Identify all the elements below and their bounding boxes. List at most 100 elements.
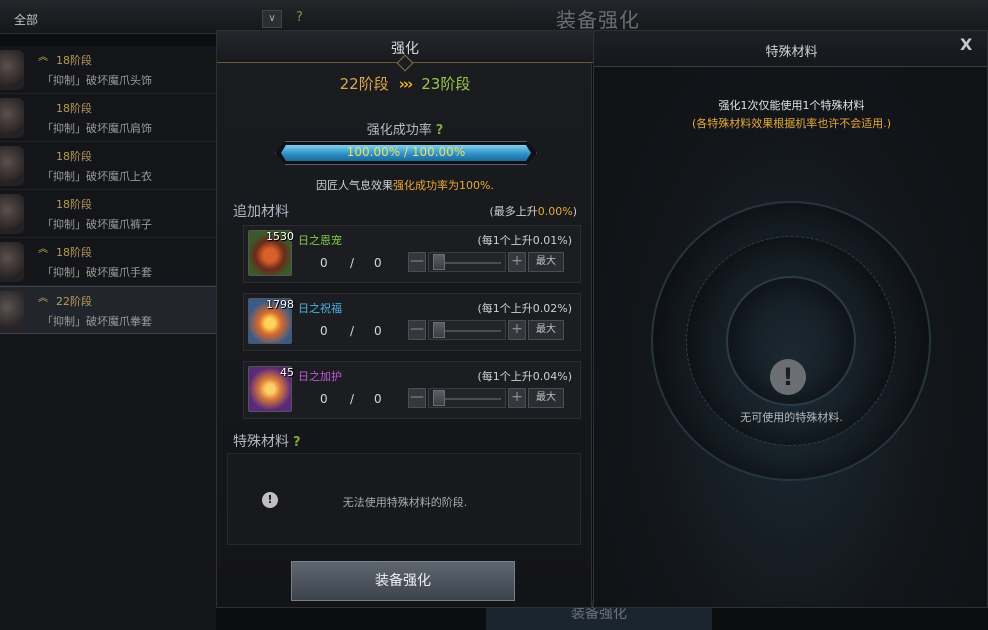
material-quantity-current: 0 [320, 324, 328, 338]
max-increase-prefix: (最多上升 [489, 205, 538, 218]
equipment-list-item-selected[interactable]: ︽ 22阶段 「抑制」破坏魔爪拳套 [0, 286, 216, 334]
enhance-dialog: 强化 22阶段 ››› 23阶段 强化成功率? 100.00% / 100.00% … [216, 30, 593, 608]
success-rate-bar: 100.00% / 100.00% [275, 141, 537, 165]
slider-handle[interactable] [433, 254, 445, 270]
material-quantity-total: 0 [374, 256, 382, 270]
material-name: 日之祝福 [298, 302, 342, 315]
equipment-stage: 18阶段 [56, 102, 92, 115]
increase-button[interactable]: + [508, 252, 526, 272]
material-row: 1798 日之祝福 (每1个上升0.02%) 0 / 0 — + 最大 [243, 293, 581, 351]
enhance-equipment-button[interactable]: 装备强化 [291, 561, 515, 601]
material-per-unit-bonus: (每1个上升0.02%) [477, 302, 572, 315]
max-button[interactable]: 最大 [528, 252, 564, 272]
equipment-thumbnail [0, 98, 24, 138]
rank-chevron-icon: ︽ [38, 293, 48, 304]
increase-button[interactable]: + [508, 320, 526, 340]
close-icon[interactable]: X [960, 35, 972, 54]
equipment-list: ︽ 18阶段 「抑制」破坏魔爪头饰 18阶段 「抑制」破坏魔爪肩饰 18阶段 「… [0, 46, 216, 630]
material-inventory-count: 1530 [266, 230, 294, 243]
material-row: 1530 日之恩宠 (每1个上升0.01%) 0 / 0 — + 最大 [243, 225, 581, 283]
equipment-list-item[interactable]: 18阶段 「抑制」破坏魔爪裤子 [0, 190, 216, 238]
artisan-effect-highlight: 强化成功率为100%. [393, 179, 494, 192]
equipment-thumbnail [0, 291, 24, 331]
decrease-button[interactable]: — [408, 320, 426, 340]
special-materials-label: 特殊材料 [233, 434, 289, 450]
special-materials-disclaimer: (各特殊材料效果根据机率也许不会适用.) [691, 117, 892, 130]
material-quantity-separator: / [350, 324, 355, 338]
max-increase-value: 0.00% [537, 205, 573, 218]
slider-handle[interactable] [433, 390, 445, 406]
increase-button[interactable]: + [508, 388, 526, 408]
material-quantity-current: 0 [320, 392, 328, 406]
equipment-list-item[interactable]: 18阶段 「抑制」破坏魔爪肩饰 [0, 94, 216, 142]
quantity-slider[interactable] [428, 320, 506, 340]
material-inventory-count: 45 [280, 366, 294, 379]
equipment-thumbnail [0, 50, 24, 90]
rank-chevron-icon: ︽ [38, 244, 48, 255]
equipment-stage: 22阶段 [56, 295, 92, 308]
stage-transition: 22阶段 ››› 23阶段 [217, 73, 593, 99]
chevron-down-icon[interactable]: ∨ [262, 10, 282, 28]
triple-arrow-icon: ››› [398, 75, 413, 93]
material-quantity-total: 0 [374, 392, 382, 406]
equipment-list-item[interactable]: ︽ 18阶段 「抑制」破坏魔爪头饰 [0, 46, 216, 94]
rank-chevron-icon: ︽ [38, 52, 48, 63]
help-icon[interactable]: ? [436, 123, 444, 138]
category-filter[interactable]: 全部 ∨ ? [0, 8, 303, 30]
max-button[interactable]: 最大 [528, 388, 564, 408]
special-materials-header: 特殊材料 X [594, 31, 987, 67]
equipment-name: 「抑制」破坏魔爪裤子 [42, 218, 152, 231]
special-materials-message: 无法使用特殊材料的阶段. [342, 496, 468, 509]
special-materials-title: 特殊材料? [233, 431, 301, 451]
success-rate-label: 强化成功率? [217, 119, 593, 138]
material-quantity-current: 0 [320, 256, 328, 270]
background-page-title: 装备强化 [556, 8, 640, 32]
quantity-slider[interactable] [428, 252, 506, 272]
equipment-list-item[interactable]: ︽ 18阶段 「抑制」破坏魔爪手套 [0, 238, 216, 286]
material-inventory-count: 1798 [266, 298, 294, 311]
no-special-materials-message: 无可使用的特殊材料. [740, 411, 843, 424]
decrease-button[interactable]: — [408, 388, 426, 408]
material-per-unit-bonus: (每1个上升0.04%) [477, 370, 572, 383]
equipment-name: 「抑制」破坏魔爪头饰 [42, 74, 152, 87]
equipment-stage: 18阶段 [56, 54, 92, 67]
max-increase-note: (最多上升0.00%) [489, 203, 577, 219]
equipment-list-item[interactable]: 18阶段 「抑制」破坏魔爪上衣 [0, 142, 216, 190]
equipment-name: 「抑制」破坏魔爪肩饰 [42, 122, 152, 135]
enhance-dialog-header: 强化 [217, 31, 593, 72]
material-quantity-total: 0 [374, 324, 382, 338]
max-button[interactable]: 最大 [528, 320, 564, 340]
equipment-stage: 18阶段 [56, 150, 92, 163]
material-row: 45 日之加护 (每1个上升0.04%) 0 / 0 — + 最大 [243, 361, 581, 419]
artisan-effect-prefix: 因匠人气息效果 [316, 179, 394, 192]
equipment-thumbnail [0, 146, 24, 186]
material-quantity-separator: / [350, 256, 355, 270]
artisan-effect-note: 因匠人气息效果强化成功率为100%. [217, 177, 593, 193]
success-rate-value: 100.00% / 100.00% [346, 145, 466, 159]
special-materials-info: 强化1次仅能使用1个特殊材料 [718, 99, 865, 112]
help-icon[interactable]: ? [296, 10, 303, 25]
alert-icon: ! [770, 359, 806, 395]
equipment-name: 「抑制」破坏魔爪上衣 [42, 170, 152, 183]
additional-materials-title: 追加材料 [233, 204, 289, 220]
current-stage: 22阶段 [339, 75, 389, 93]
material-name: 日之加护 [298, 370, 342, 383]
equipment-thumbnail [0, 194, 24, 234]
special-materials-box: ! 无法使用特殊材料的阶段. [227, 453, 581, 545]
decrease-button[interactable]: — [408, 252, 426, 272]
material-quantity-separator: / [350, 392, 355, 406]
max-increase-suffix: ) [572, 205, 577, 218]
material-per-unit-bonus: (每1个上升0.01%) [477, 234, 572, 247]
equipment-name: 「抑制」破坏魔爪手套 [42, 266, 152, 279]
success-rate-text: 强化成功率 [366, 123, 432, 138]
category-filter-label: 全部 [14, 12, 39, 27]
equipment-stage: 18阶段 [56, 198, 92, 211]
help-icon[interactable]: ? [293, 435, 301, 450]
quantity-slider[interactable] [428, 388, 506, 408]
equipment-name: 「抑制」破坏魔爪拳套 [42, 315, 152, 328]
equipment-thumbnail [0, 242, 24, 282]
equipment-stage: 18阶段 [56, 246, 92, 259]
material-name: 日之恩宠 [298, 234, 342, 247]
special-materials-panel-title: 特殊材料 [765, 45, 818, 60]
slider-handle[interactable] [433, 322, 445, 338]
